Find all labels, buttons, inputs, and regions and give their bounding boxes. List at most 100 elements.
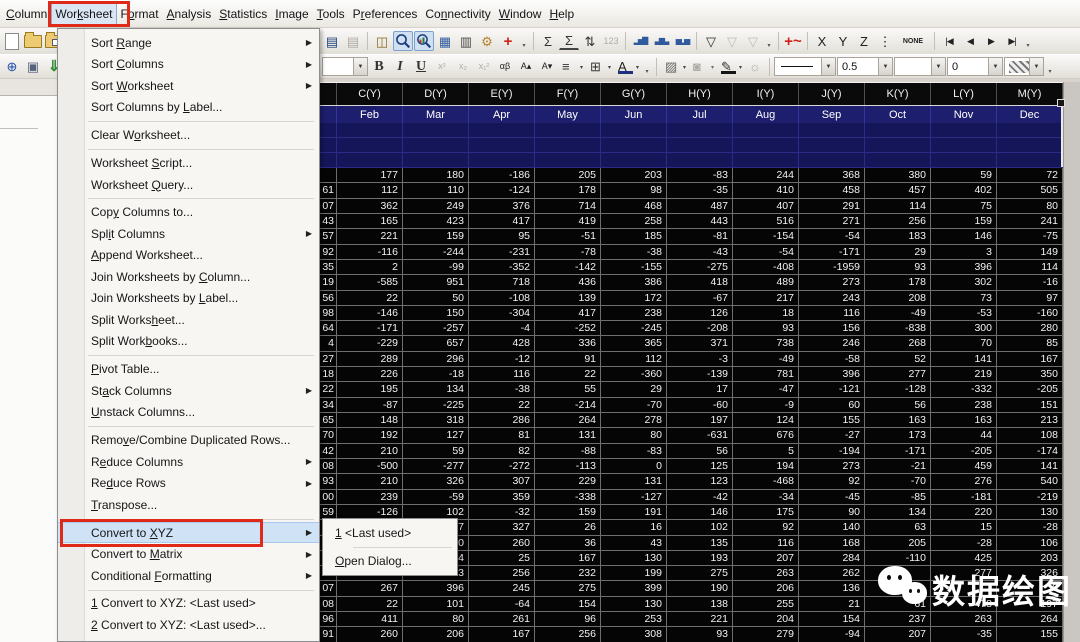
label-cell-partial[interactable] xyxy=(320,106,337,123)
menu-item-reduce-columns[interactable]: Reduce Columns ▶ xyxy=(58,451,319,473)
cell[interactable]: 154 xyxy=(799,612,865,628)
cell[interactable]: -171 xyxy=(865,443,931,459)
cell[interactable]: 417 xyxy=(469,213,535,230)
cell[interactable]: 126 xyxy=(667,305,733,322)
cell[interactable]: -208 xyxy=(667,321,733,337)
cell[interactable]: 175 xyxy=(733,504,799,521)
cell[interactable]: 116 xyxy=(469,367,535,383)
cell[interactable]: -277 xyxy=(403,458,469,475)
cell[interactable]: -181 xyxy=(931,489,997,505)
label-cell-feb[interactable]: Feb xyxy=(337,106,403,123)
cell[interactable]: 92 xyxy=(799,474,865,490)
cell[interactable]: -186 xyxy=(469,168,535,184)
cell[interactable]: 368 xyxy=(799,168,865,184)
cell[interactable]: 146 xyxy=(931,229,997,245)
bold-button[interactable]: B xyxy=(369,57,389,77)
toolbar-overflow[interactable]: ▾ xyxy=(1023,31,1033,51)
cell[interactable]: -214 xyxy=(535,397,601,413)
cell[interactable]: 540 xyxy=(997,474,1063,490)
cell[interactable]: 260 xyxy=(469,535,535,551)
selected-cell[interactable] xyxy=(320,138,337,153)
column-header-k-y[interactable]: K(Y) xyxy=(865,83,931,105)
statistics-on-columns-icon[interactable]: Σ xyxy=(538,31,558,51)
cell[interactable]: -81 xyxy=(667,229,733,245)
cell[interactable]: 173 xyxy=(865,428,931,444)
cell[interactable]: -54 xyxy=(799,229,865,245)
cell[interactable]: 190 xyxy=(667,581,733,597)
cell[interactable]: 371 xyxy=(667,336,733,352)
cell[interactable]: -155 xyxy=(601,259,667,276)
cell[interactable]: -1959 xyxy=(799,259,865,276)
cell[interactable]: -38 xyxy=(469,382,535,398)
cell[interactable]: 93 xyxy=(733,321,799,337)
cell[interactable]: 443 xyxy=(667,213,733,230)
cell[interactable]: 185 xyxy=(601,229,667,245)
cell[interactable]: 22 xyxy=(337,596,403,613)
cell[interactable]: 151 xyxy=(997,397,1063,413)
cell[interactable]: 163 xyxy=(931,413,997,429)
cell[interactable]: 203 xyxy=(601,168,667,184)
subscript-icon[interactable]: x₂ xyxy=(453,57,473,77)
cell[interactable]: 271 xyxy=(799,213,865,230)
cell[interactable]: 268 xyxy=(865,336,931,352)
statistics-on-rows-icon[interactable]: Σ xyxy=(559,32,579,50)
cell[interactable]: 154 xyxy=(535,596,601,613)
cell[interactable]: 148 xyxy=(337,413,403,429)
cell[interactable]: 139 xyxy=(535,290,601,306)
cell[interactable]: -244 xyxy=(403,244,469,260)
cell[interactable]: 221 xyxy=(337,229,403,245)
selected-cell[interactable] xyxy=(320,153,337,168)
cell[interactable]: 380 xyxy=(865,168,931,184)
label-cell-nov[interactable]: Nov xyxy=(931,106,997,123)
cell[interactable]: 183 xyxy=(865,229,931,245)
toolbar-overflow[interactable]: ▾ xyxy=(1045,57,1055,77)
cell-partial[interactable]: 92 xyxy=(320,244,337,260)
cell[interactable]: 168 xyxy=(799,535,865,551)
worksheet-grid-icon[interactable]: ▦ xyxy=(435,31,455,51)
cell-partial[interactable]: 56 xyxy=(320,290,337,306)
cell[interactable]: 246 xyxy=(799,336,865,352)
cell[interactable]: 102 xyxy=(667,520,733,536)
histogram-plot-icon[interactable]: ▃▆▃ xyxy=(651,31,671,51)
cell[interactable]: 123 xyxy=(667,474,733,490)
cell[interactable]: 423 xyxy=(403,213,469,230)
cell[interactable]: 141 xyxy=(931,351,997,368)
combo-dropdown-arrow-icon[interactable]: ▼ xyxy=(821,58,835,75)
vertical-scrollbar[interactable] xyxy=(1063,82,1080,642)
move-to-last-icon[interactable]: ▶| xyxy=(1002,31,1022,51)
menubar-item-window[interactable]: Window xyxy=(495,2,546,26)
cell[interactable]: 59 xyxy=(403,443,469,459)
menu-item-split-workbooks[interactable]: Split Workbooks... xyxy=(58,331,319,353)
cell[interactable]: 402 xyxy=(931,183,997,199)
cell[interactable]: 221 xyxy=(667,612,733,628)
sub-superscript-icon[interactable]: x₁² xyxy=(474,57,494,77)
cell[interactable]: 258 xyxy=(601,213,667,230)
cell[interactable]: -146 xyxy=(337,305,403,322)
menubar-item-tools[interactable]: Tools xyxy=(313,2,349,26)
column-header-partial[interactable] xyxy=(320,83,337,105)
cell[interactable]: -35 xyxy=(931,627,997,642)
move-to-first-icon[interactable]: |◀ xyxy=(939,31,959,51)
cell[interactable]: -304 xyxy=(469,305,535,322)
menubar-item-help[interactable]: Help xyxy=(545,2,578,26)
cell[interactable]: 267 xyxy=(337,581,403,597)
fill-pattern-combo[interactable]: ▼ xyxy=(894,57,946,76)
cell[interactable]: 163 xyxy=(865,413,931,429)
cell[interactable]: 82 xyxy=(469,443,535,459)
cell[interactable]: -332 xyxy=(931,382,997,398)
cell[interactable]: 167 xyxy=(997,351,1063,368)
cell[interactable]: 135 xyxy=(667,535,733,551)
cell[interactable]: 262 xyxy=(799,566,865,582)
cell-partial[interactable]: 07 xyxy=(320,581,337,597)
open-project-icon[interactable] xyxy=(23,31,43,51)
cell[interactable]: -231 xyxy=(469,244,535,260)
cell[interactable]: 277 xyxy=(865,367,931,383)
cell[interactable]: -360 xyxy=(601,367,667,383)
cell[interactable]: 411 xyxy=(337,612,403,628)
cell[interactable]: -53 xyxy=(931,305,997,322)
move-previous-icon[interactable]: ◀ xyxy=(960,31,980,51)
column-plot-icon[interactable]: ▂▅▇ xyxy=(630,31,650,51)
toolbar-overflow[interactable]: ▾ xyxy=(519,31,529,51)
code-builder-icon[interactable]: ▥ xyxy=(456,31,476,51)
font-combo[interactable]: ▼ xyxy=(322,57,368,76)
